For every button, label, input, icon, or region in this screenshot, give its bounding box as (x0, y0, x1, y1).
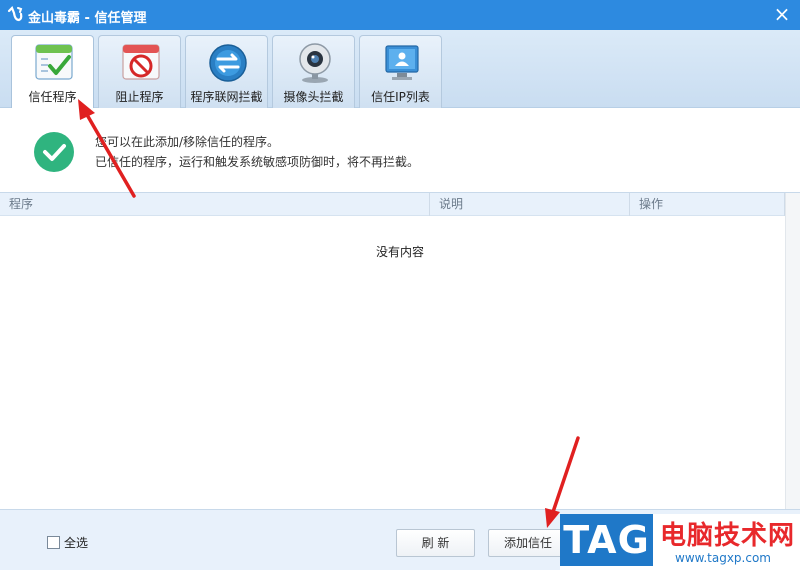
add-trust-button[interactable]: 添加信任 (488, 529, 568, 557)
trusted-ip-icon (385, 45, 419, 80)
app-logo-icon (7, 6, 23, 22)
program-table: 程序 说明 操作 没有内容 (0, 192, 800, 509)
trusted-program-icon (35, 44, 73, 80)
table-header: 程序 说明 操作 (0, 193, 785, 216)
tab-blocked-programs[interactable]: 阻止程序 (98, 35, 181, 108)
tab-trusted-programs[interactable]: 信任程序 (11, 35, 94, 109)
tab-trusted-ip[interactable]: 信任IP列表 (359, 35, 442, 108)
column-header-description[interactable]: 说明 (430, 193, 630, 216)
watermark-badge: TAG (560, 514, 653, 566)
info-text-line2: 已信任的程序，运行和触发系统敏感项防御时，将不再拦截。 (95, 155, 420, 169)
tab-label: 信任程序 (28, 90, 77, 104)
watermark-url: www.tagxp.com (675, 551, 771, 565)
network-block-icon (209, 44, 247, 82)
window-title: 金山毒霸 - 信任管理 (28, 11, 147, 26)
select-all-label[interactable]: 全选 (64, 534, 88, 551)
tab-label: 摄像头拦截 (283, 90, 344, 104)
webcam-icon (299, 43, 331, 83)
check-circle-icon (34, 132, 74, 172)
tab-label: 阻止程序 (115, 90, 164, 104)
column-header-action[interactable]: 操作 (630, 193, 785, 216)
table-scrollbar[interactable] (785, 193, 800, 509)
tab-webcam-block[interactable]: 摄像头拦截 (272, 35, 355, 108)
tab-label: 信任IP列表 (371, 90, 430, 104)
empty-message: 没有内容 (375, 245, 424, 259)
close-button[interactable]: × (772, 4, 792, 24)
refresh-button[interactable]: 刷 新 (396, 529, 475, 557)
block-program-icon (122, 44, 160, 80)
tab-network-block[interactable]: 程序联网拦截 (185, 35, 268, 108)
info-text-line1: 您可以在此添加/移除信任的程序。 (95, 135, 280, 149)
watermark: TAG 电脑技术网 www.tagxp.com (560, 514, 800, 570)
select-all-checkbox[interactable] (47, 536, 60, 549)
tab-label: 程序联网拦截 (190, 90, 263, 104)
info-banner: 您可以在此添加/移除信任的程序。 已信任的程序，运行和触发系统敏感项防御时，将不… (0, 108, 800, 192)
watermark-title: 电脑技术网 (660, 521, 796, 551)
title-bar: 金山毒霸 - 信任管理 × (0, 0, 800, 30)
column-header-program[interactable]: 程序 (0, 193, 430, 216)
tab-bar: 信任程序 阻止程序 程序联网拦截 摄像头拦截 信任IP列表 (0, 30, 800, 109)
